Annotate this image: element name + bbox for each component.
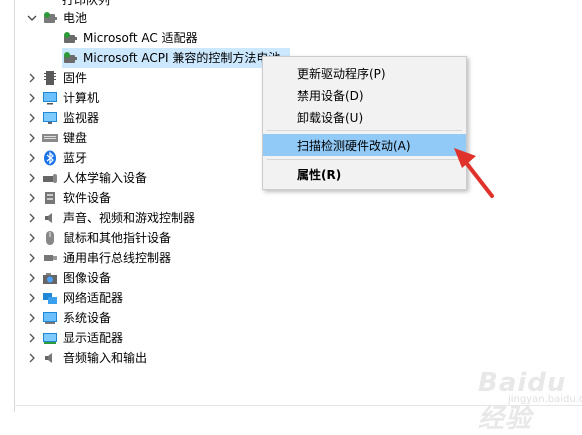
menu-item-disable-device[interactable]: 禁用设备(D) <box>263 84 466 106</box>
tree-item-imaging[interactable]: 图像设备 <box>26 268 111 288</box>
software-device-icon <box>42 190 58 206</box>
chevron-right-icon[interactable] <box>26 312 38 324</box>
audio-icon <box>42 350 58 366</box>
chevron-right-icon[interactable] <box>26 352 38 364</box>
tree-item-label: 声音、视频和游戏控制器 <box>63 211 196 225</box>
tree-item-mouse[interactable]: 鼠标和其他指针设备 <box>26 228 171 248</box>
pane-border <box>14 0 15 412</box>
usb-icon <box>42 250 58 266</box>
mouse-icon <box>42 230 58 246</box>
computer-icon <box>42 90 58 106</box>
tree-item-system-devices[interactable]: 系统设备 <box>26 308 111 328</box>
display-adapter-icon <box>42 330 58 346</box>
chevron-right-icon[interactable] <box>26 292 38 304</box>
tree-item-bluetooth[interactable]: 蓝牙 <box>26 148 87 168</box>
tree-item-display-adapters[interactable]: 显示适配器 <box>26 328 123 348</box>
tree-item-label: 显示适配器 <box>63 331 124 345</box>
tree-item-audio-io[interactable]: 音频输入和输出 <box>26 348 147 368</box>
tree-item-label: 蓝牙 <box>63 151 88 165</box>
menu-separator <box>267 130 462 131</box>
tree-item-label: 图像设备 <box>63 271 112 285</box>
tree-item-ac-adapter[interactable]: Microsoft AC 适配器 <box>62 28 198 48</box>
bluetooth-icon <box>42 150 58 166</box>
tree-item-sound-video[interactable]: 声音、视频和游戏控制器 <box>26 208 195 228</box>
menu-separator <box>267 159 462 160</box>
menu-item-scan-hardware-changes[interactable]: 扫描检测硬件改动(A) <box>263 134 466 156</box>
keyboard-icon <box>42 130 58 146</box>
chevron-right-icon[interactable] <box>26 272 38 284</box>
speaker-icon <box>42 210 58 226</box>
tree-item-label: 监视器 <box>63 111 100 125</box>
chevron-right-icon[interactable] <box>26 112 38 124</box>
tree-item-label: 网络适配器 <box>63 291 124 305</box>
chevron-right-icon[interactable] <box>26 172 38 184</box>
tree-item-label: 系统设备 <box>63 311 112 325</box>
firmware-icon <box>42 70 58 86</box>
tree-item-usb[interactable]: 通用串行总线控制器 <box>26 248 171 268</box>
chevron-right-icon[interactable] <box>26 332 38 344</box>
annotation-arrow-icon <box>454 148 494 198</box>
chevron-right-icon[interactable] <box>26 92 38 104</box>
chevron-right-icon[interactable] <box>26 192 38 204</box>
tree-item-label: 音频输入和输出 <box>63 351 148 365</box>
tree-item-label: 鼠标和其他指针设备 <box>63 231 172 245</box>
chevron-right-icon[interactable] <box>26 252 38 264</box>
tree-item-label: 人体学输入设备 <box>63 171 148 185</box>
tree-item-label: 电池 <box>63 11 88 25</box>
hid-icon <box>42 170 58 186</box>
system-device-icon <box>42 310 58 326</box>
battery-icon <box>62 50 78 66</box>
tree-item-label: 计算机 <box>63 91 100 105</box>
tree-item-label: 固件 <box>63 71 88 85</box>
tree-item-acpi-battery[interactable]: Microsoft ACPI 兼容的控制方法电池 <box>62 48 291 68</box>
tree-item-battery[interactable]: 电池 <box>26 8 87 28</box>
tree-item-label: 通用串行总线控制器 <box>63 251 172 265</box>
battery-icon <box>62 30 78 46</box>
tree-item-monitor[interactable]: 监视器 <box>26 108 99 128</box>
chevron-right-icon[interactable] <box>26 212 38 224</box>
tree-item-network[interactable]: 网络适配器 <box>26 288 123 308</box>
tree-item-firmware[interactable]: 固件 <box>26 68 87 88</box>
tree-item-computer[interactable]: 计算机 <box>26 88 99 108</box>
chevron-right-icon[interactable] <box>26 152 38 164</box>
watermark-url: jingyan.baidu.com <box>508 394 582 405</box>
tree-item-label: Microsoft AC 适配器 <box>83 31 198 45</box>
chevron-right-icon[interactable] <box>26 232 38 244</box>
menu-item-update-driver[interactable]: 更新驱动程序(P) <box>263 62 466 84</box>
camera-icon <box>42 270 58 286</box>
chevron-right-icon[interactable] <box>26 72 38 84</box>
tree-item-label: Microsoft ACPI 兼容的控制方法电池 <box>83 51 281 65</box>
network-icon <box>42 290 58 306</box>
tree-item-software-device[interactable]: 软件设备 <box>26 188 111 208</box>
tree-item-label: 键盘 <box>63 131 88 145</box>
tree-item-keyboard[interactable]: 键盘 <box>26 128 87 148</box>
tree-item-label: 软件设备 <box>63 191 112 205</box>
battery-icon <box>42 10 58 26</box>
monitor-icon <box>42 110 58 126</box>
chevron-right-icon[interactable] <box>26 132 38 144</box>
menu-item-properties[interactable]: 属性(R) <box>263 163 466 185</box>
context-menu: 更新驱动程序(P) 禁用设备(D) 卸载设备(U) 扫描检测硬件改动(A) 属性… <box>262 56 467 190</box>
menu-item-uninstall-device[interactable]: 卸载设备(U) <box>263 106 466 128</box>
tree-item-hid[interactable]: 人体学输入设备 <box>26 168 147 188</box>
chevron-down-icon[interactable] <box>26 12 38 24</box>
